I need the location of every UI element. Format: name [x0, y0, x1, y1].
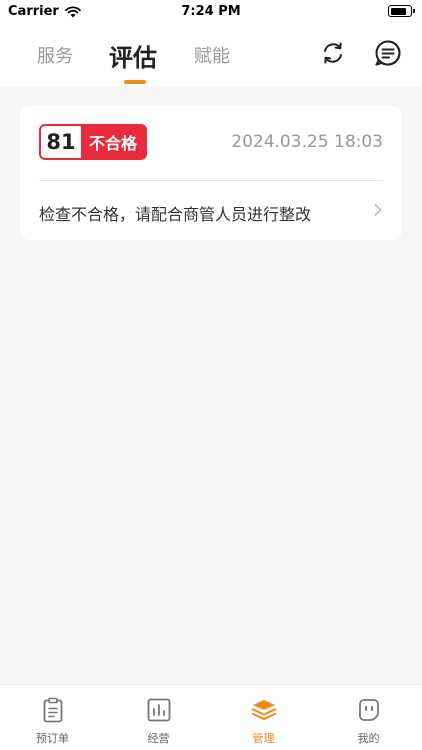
layers-icon	[252, 700, 276, 720]
bottom-tab-bar: 预订单 经营 管理 我的	[0, 684, 422, 750]
battery-icon	[388, 5, 415, 17]
status-time: 7:24 PM	[181, 4, 241, 19]
bottom-tab-label: 经营	[147, 732, 170, 745]
result-label: 不合格	[89, 134, 138, 153]
status-bar: Carrier 7:24 PM	[0, 0, 422, 24]
score-value: 81	[41, 126, 81, 158]
tab-empower[interactable]: 赋能	[194, 42, 230, 68]
bottom-tab-management[interactable]: 管理	[211, 685, 316, 750]
assessment-datetime: 2024.03.25 18:03	[231, 132, 383, 152]
message-icon[interactable]	[373, 38, 403, 68]
face-icon	[359, 699, 379, 721]
content-area: 81 不合格 2024.03.25 18:03 检查不合格，请配合商管人员进行整…	[0, 86, 422, 684]
card-divider	[39, 180, 383, 181]
assessment-message: 检查不合格，请配合商管人员进行整改	[39, 205, 312, 224]
bottom-tab-label: 预订单	[36, 732, 69, 745]
bottom-tab-mine[interactable]: 我的	[316, 685, 421, 750]
bottom-tab-label: 管理	[252, 732, 275, 745]
refresh-icon[interactable]	[318, 38, 348, 68]
tab-service[interactable]: 服务	[37, 42, 73, 68]
active-tab-indicator	[124, 80, 146, 84]
chart-icon	[147, 698, 171, 722]
assessment-card[interactable]: 81 不合格 2024.03.25 18:03 检查不合格，请配合商管人员进行整…	[20, 106, 402, 240]
score-badge: 81 不合格	[39, 124, 148, 160]
bottom-tab-orders[interactable]: 预订单	[0, 685, 105, 750]
clipboard-icon	[43, 697, 63, 723]
bottom-tab-business[interactable]: 经营	[106, 685, 211, 750]
top-nav: 服务 评估 赋能	[0, 24, 422, 86]
chevron-right-icon[interactable]	[372, 202, 384, 218]
battery-fill	[390, 7, 406, 15]
tab-assessment[interactable]: 评估	[109, 38, 157, 73]
bottom-tab-label: 我的	[357, 732, 380, 745]
